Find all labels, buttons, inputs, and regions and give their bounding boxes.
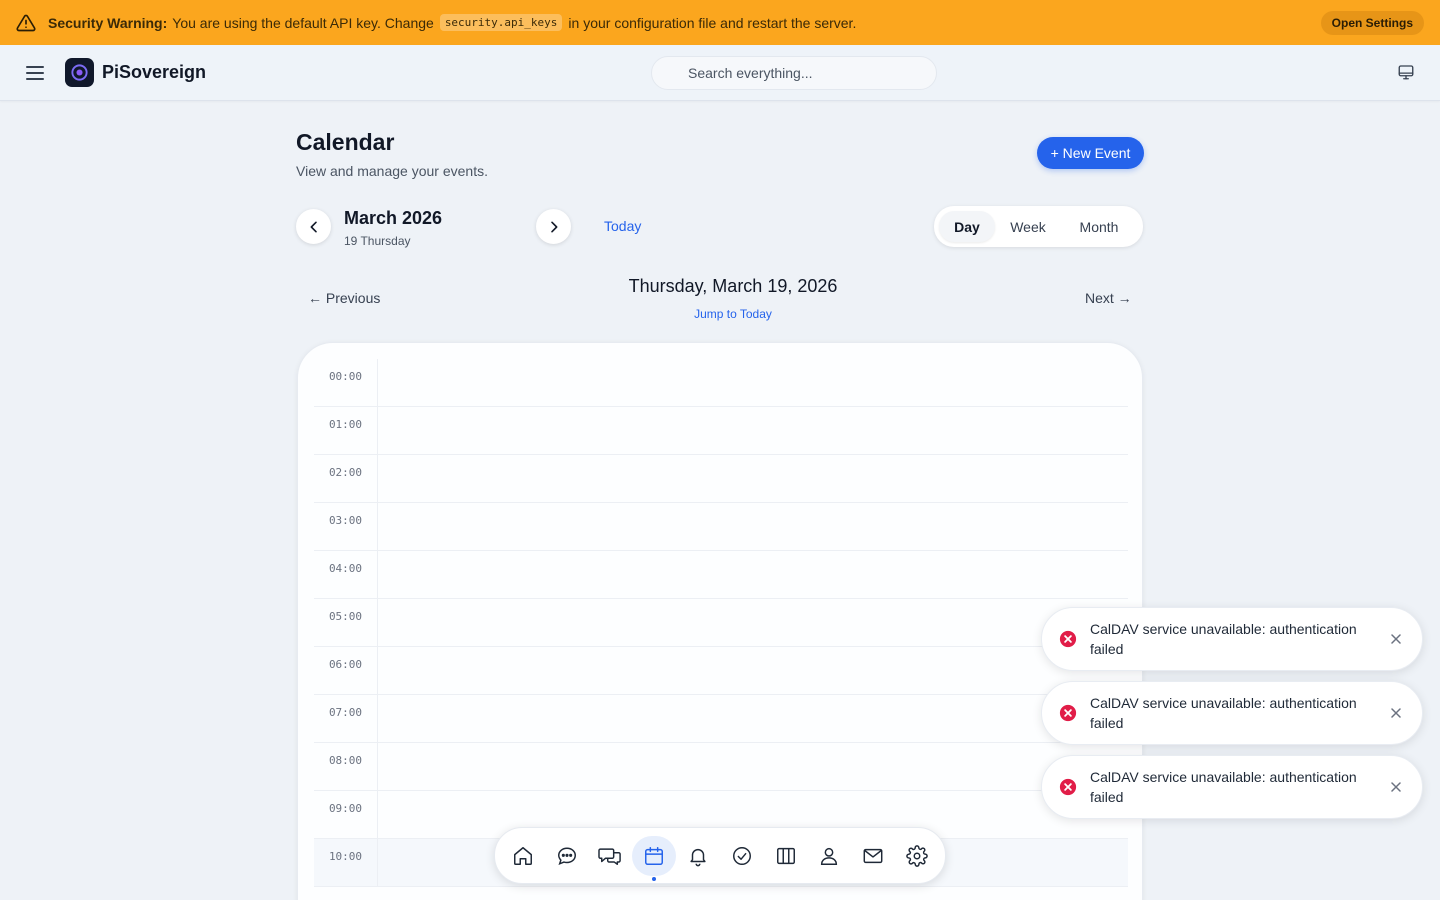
hour-label: 08:00 (314, 743, 378, 790)
banner-title: Security Warning: (48, 14, 168, 31)
jump-to-today-link[interactable]: Jump to Today (540, 307, 926, 321)
hour-row: 03:00 (314, 503, 1128, 551)
today-button[interactable]: Today (604, 218, 641, 234)
hour-slot[interactable] (378, 503, 1128, 550)
conversations-icon[interactable] (589, 836, 633, 876)
next-month-button[interactable] (536, 209, 571, 244)
monitor-icon[interactable] (1397, 63, 1415, 81)
hour-slot[interactable] (378, 359, 1128, 406)
hour-label: 05:00 (314, 599, 378, 646)
banner-text-before: You are using the default API key. Chang… (172, 14, 434, 31)
home-icon[interactable] (501, 836, 545, 876)
chat-icon[interactable] (545, 836, 589, 876)
view-day-button[interactable]: Day (939, 211, 995, 242)
user-icon[interactable] (808, 836, 852, 876)
page-title: Calendar (296, 129, 395, 155)
hour-row: 00:00 (314, 359, 1128, 407)
search-box[interactable] (651, 56, 937, 90)
hour-row: 08:00 (314, 743, 1128, 791)
mail-icon[interactable] (851, 836, 895, 876)
hour-row: 07:00 (314, 695, 1128, 743)
error-toast: CalDAV service unavailable: authenticati… (1041, 607, 1423, 671)
prev-month-button[interactable] (296, 209, 331, 244)
menu-icon[interactable] (25, 63, 45, 83)
hour-slot[interactable] (378, 455, 1128, 502)
chevron-left-icon (310, 221, 317, 232)
top-header: PiSovereign (0, 45, 1440, 101)
close-icon[interactable] (1386, 629, 1406, 649)
error-icon (1059, 778, 1077, 796)
search-icon (664, 66, 679, 81)
search-input[interactable] (688, 65, 936, 81)
hour-slot[interactable] (378, 551, 1128, 598)
toast-message: CalDAV service unavailable: authenticati… (1090, 695, 1357, 731)
view-week-button[interactable]: Week (995, 211, 1061, 242)
banner-code: security.api_keys (439, 14, 563, 31)
day-calendar-grid: 00:00 01:00 02:00 03:00 04:00 05:00 06:0… (297, 342, 1143, 900)
hour-slot[interactable] (378, 695, 1128, 742)
columns-icon[interactable] (764, 836, 808, 876)
hour-list: 00:00 01:00 02:00 03:00 04:00 05:00 06:0… (314, 359, 1128, 887)
hour-label: 09:00 (314, 791, 378, 838)
hour-label: 06:00 (314, 647, 378, 694)
warning-icon (16, 13, 36, 33)
calendar-icon[interactable] (632, 835, 677, 881)
hour-label: 10:00 (314, 839, 378, 886)
error-icon (1059, 630, 1077, 648)
hour-label: 01:00 (314, 407, 378, 454)
month-label: March 2026 (344, 208, 443, 228)
new-event-button[interactable]: + New Event (1037, 137, 1144, 169)
hour-label: 00:00 (314, 359, 378, 406)
view-month-button[interactable]: Month (1061, 211, 1137, 242)
gear-icon[interactable] (895, 836, 939, 876)
hour-label: 03:00 (314, 503, 378, 550)
page-subtitle: View and manage your events. (296, 163, 488, 179)
error-toast: CalDAV service unavailable: authenticati… (1041, 681, 1423, 745)
banner-text-after: in your configuration file and restart t… (568, 14, 857, 31)
open-settings-button[interactable]: Open Settings (1320, 10, 1424, 35)
chevron-right-icon (550, 221, 557, 232)
date-heading: Thursday, March 19, 2026 (628, 276, 838, 296)
toast-message: CalDAV service unavailable: authenticati… (1090, 621, 1357, 657)
hour-row: 06:00 (314, 647, 1128, 695)
hour-row: 02:00 (314, 455, 1128, 503)
bell-icon[interactable] (676, 836, 720, 876)
toast-message: CalDAV service unavailable: authenticati… (1090, 769, 1357, 805)
bottom-dock (494, 827, 946, 884)
previous-day-link[interactable]: ← Previous (308, 290, 380, 306)
hour-slot[interactable] (378, 599, 1128, 646)
hour-slot[interactable] (378, 407, 1128, 454)
view-switcher: Day Week Month (934, 206, 1143, 247)
hour-row: 05:00 (314, 599, 1128, 647)
check-circle-icon[interactable] (720, 836, 764, 876)
hour-row: 04:00 (314, 551, 1128, 599)
close-icon[interactable] (1386, 777, 1406, 797)
error-toast: CalDAV service unavailable: authenticati… (1041, 755, 1423, 819)
hour-label: 07:00 (314, 695, 378, 742)
hour-slot[interactable] (378, 647, 1128, 694)
hour-row: 01:00 (314, 407, 1128, 455)
close-icon[interactable] (1386, 703, 1406, 723)
security-warning-banner: Security Warning: You are using the defa… (0, 0, 1440, 45)
hour-label: 04:00 (314, 551, 378, 598)
day-label: 19 Thursday (344, 234, 411, 248)
error-icon (1059, 704, 1077, 722)
brand-name[interactable]: PiSovereign (102, 62, 206, 83)
logo-icon[interactable] (65, 58, 94, 87)
hour-label: 02:00 (314, 455, 378, 502)
hour-slot[interactable] (378, 743, 1128, 790)
next-day-link[interactable]: Next → (1085, 290, 1132, 306)
